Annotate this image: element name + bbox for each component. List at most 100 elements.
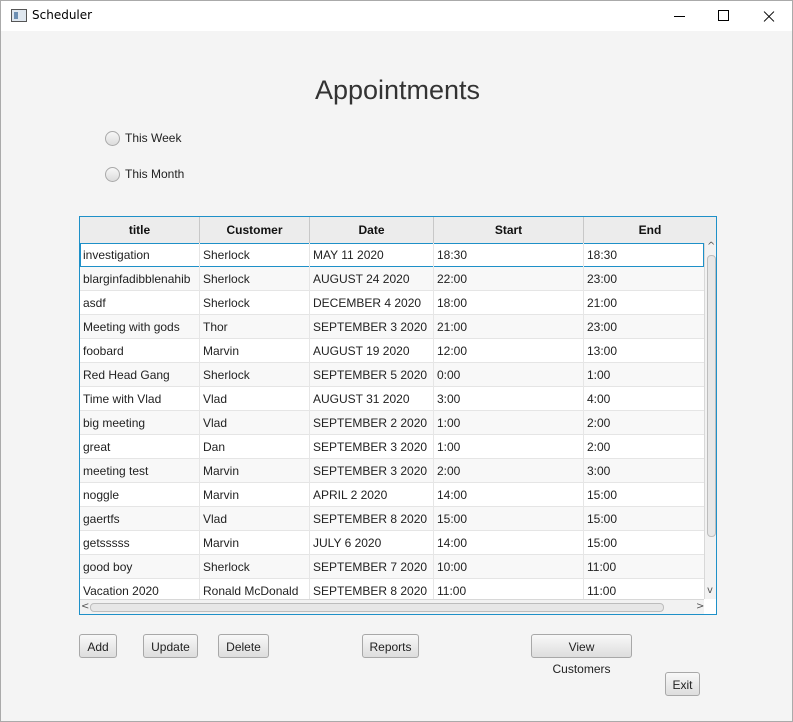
title-cell: great <box>80 435 200 459</box>
table-row[interactable]: noggle Marvin APRIL 2 2020 14:00 15:00 <box>80 483 704 507</box>
end-cell: 1:00 <box>587 368 611 382</box>
table-row[interactable]: gaertfs Vlad SEPTEMBER 8 2020 15:00 15:0… <box>80 507 704 531</box>
title-cell: getsssss <box>80 531 200 555</box>
date-cell: JULY 6 2020 <box>310 531 434 555</box>
end-cell: 2:00 <box>587 440 611 454</box>
table-row[interactable]: getsssss Marvin JULY 6 2020 14:00 15:00 <box>80 531 704 555</box>
table-row[interactable]: Red Head Gang Sherlock SEPTEMBER 5 2020 … <box>80 363 704 387</box>
scroll-down-icon[interactable]: v <box>707 585 713 596</box>
column-header-title[interactable]: title <box>80 217 200 243</box>
this-week-radio[interactable]: This Week <box>105 128 181 148</box>
end-cell: 15:00 <box>587 488 618 502</box>
horizontal-scrollbar[interactable]: < > <box>80 599 704 614</box>
exit-button[interactable]: Exit <box>665 672 700 696</box>
start-cell: 21:00 <box>434 315 584 339</box>
table-header: title Customer Date Start End <box>80 217 716 244</box>
add-button[interactable]: Add <box>79 634 117 658</box>
radio-circle-icon[interactable] <box>105 130 120 146</box>
start-cell: 15:00 <box>434 507 584 531</box>
start-cell: 18:00 <box>434 291 584 315</box>
date-cell: AUGUST 31 2020 <box>310 387 434 411</box>
horizontal-scroll-thumb[interactable] <box>90 603 664 612</box>
table-row[interactable]: Time with Vlad Vlad AUGUST 31 2020 3:00 … <box>80 387 704 411</box>
customer-cell: Thor <box>200 315 310 339</box>
customer-cell: Vlad <box>200 507 310 531</box>
radio-circle-icon[interactable] <box>105 166 120 182</box>
table-row[interactable]: meeting test Marvin SEPTEMBER 3 2020 2:0… <box>80 459 704 483</box>
appointments-table[interactable]: title Customer Date Start End investigat… <box>79 216 717 615</box>
start-cell: 3:00 <box>434 387 584 411</box>
table-row[interactable]: great Dan SEPTEMBER 3 2020 1:00 2:00 <box>80 435 704 459</box>
start-cell: 18:30 <box>434 243 584 267</box>
end-cell: 23:00 <box>587 272 618 286</box>
column-header-customer[interactable]: Customer <box>200 217 310 243</box>
date-cell: AUGUST 24 2020 <box>310 267 434 291</box>
date-cell: SEPTEMBER 7 2020 <box>310 555 434 579</box>
title-cell: investigation <box>80 243 200 267</box>
close-button[interactable] <box>746 1 792 31</box>
minimize-button[interactable] <box>657 1 703 31</box>
scroll-up-icon[interactable]: ^ <box>707 241 715 252</box>
table-row[interactable]: investigation Sherlock MAY 11 2020 18:30… <box>80 243 704 267</box>
table-row[interactable]: foobard Marvin AUGUST 19 2020 12:00 13:0… <box>80 339 704 363</box>
title-cell: good boy <box>80 555 200 579</box>
title-cell: Red Head Gang <box>80 363 200 387</box>
customer-cell: Sherlock <box>200 267 310 291</box>
end-cell: 2:00 <box>587 416 611 430</box>
title-cell: noggle <box>80 483 200 507</box>
customer-cell: Dan <box>200 435 310 459</box>
column-header-end[interactable]: End <box>584 217 716 243</box>
start-cell: 14:00 <box>434 483 584 507</box>
start-cell: 10:00 <box>434 555 584 579</box>
start-cell: 14:00 <box>434 531 584 555</box>
title-cell: meeting test <box>80 459 200 483</box>
maximize-button[interactable] <box>701 1 747 31</box>
title-cell: foobard <box>80 339 200 363</box>
end-cell: 18:30 <box>587 248 618 262</box>
app-icon <box>11 9 27 22</box>
customer-cell: Sherlock <box>200 243 310 267</box>
column-header-date[interactable]: Date <box>310 217 434 243</box>
start-cell: 0:00 <box>434 363 584 387</box>
date-cell: SEPTEMBER 3 2020 <box>310 459 434 483</box>
end-cell: 23:00 <box>587 320 618 334</box>
date-cell: AUGUST 19 2020 <box>310 339 434 363</box>
date-cell: SEPTEMBER 3 2020 <box>310 435 434 459</box>
date-cell: SEPTEMBER 3 2020 <box>310 315 434 339</box>
reports-button[interactable]: Reports <box>362 634 419 658</box>
this-month-radio[interactable]: This Month <box>105 164 184 184</box>
customer-cell: Marvin <box>200 339 310 363</box>
page-title: Appointments <box>314 75 481 105</box>
customer-cell: Sherlock <box>200 363 310 387</box>
scroll-right-icon[interactable]: > <box>696 601 704 612</box>
update-button[interactable]: Update <box>143 634 198 658</box>
title-cell: gaertfs <box>80 507 200 531</box>
table-row[interactable]: big meeting Vlad SEPTEMBER 2 2020 1:00 2… <box>80 411 704 435</box>
scroll-left-icon[interactable]: < <box>81 601 89 612</box>
start-cell: 1:00 <box>434 411 584 435</box>
table-row[interactable]: good boy Sherlock SEPTEMBER 7 2020 10:00… <box>80 555 704 579</box>
vertical-scroll-thumb[interactable] <box>707 255 716 537</box>
customer-cell: Vlad <box>200 411 310 435</box>
date-cell: APRIL 2 2020 <box>310 483 434 507</box>
end-cell: 15:00 <box>587 512 618 526</box>
this-month-label: This Month <box>125 167 185 181</box>
end-cell: 3:00 <box>587 464 611 478</box>
view-customers-button[interactable]: View Customers <box>531 634 632 676</box>
table-row[interactable]: asdf Sherlock DECEMBER 4 2020 18:00 21:0… <box>80 291 704 315</box>
delete-button[interactable]: Delete <box>218 634 269 658</box>
table-row[interactable]: blarginfadibblenahib Sherlock AUGUST 24 … <box>80 267 704 291</box>
start-cell: 22:00 <box>434 267 584 291</box>
start-cell: 1:00 <box>434 435 584 459</box>
title-cell: Time with Vlad <box>80 387 200 411</box>
vertical-scrollbar[interactable]: ^ v <box>704 241 716 599</box>
end-cell: 4:00 <box>587 392 611 406</box>
title-bar: Scheduler <box>1 1 792 31</box>
table-row[interactable]: Meeting with gods Thor SEPTEMBER 3 2020 … <box>80 315 704 339</box>
customer-cell: Marvin <box>200 483 310 507</box>
column-header-start[interactable]: Start <box>434 217 584 243</box>
date-cell: SEPTEMBER 8 2020 <box>310 507 434 531</box>
start-cell: 12:00 <box>434 339 584 363</box>
end-cell: 13:00 <box>587 344 618 358</box>
customer-cell: Marvin <box>200 459 310 483</box>
